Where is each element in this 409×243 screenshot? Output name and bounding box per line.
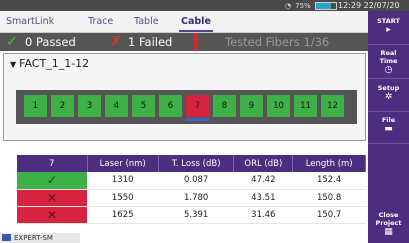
fiber-12[interactable]: 12 [321,95,344,117]
play-icon: ▸ [386,25,391,35]
header-tloss: T. Loss (dB) [158,155,235,172]
pass-check-icon: ✓ [17,172,87,190]
fiber-2[interactable]: 2 [51,95,74,117]
file-label: File [381,116,396,124]
tab-bar: SmartLink Trace Table Cable [0,11,368,33]
battery-icon [314,1,337,10]
header-fiber-number: 7 [17,155,88,172]
result-row[interactable]: ✕ 1625 5.391 31.46 150.7 [17,206,366,224]
realtime-label-1: Real [380,49,397,57]
expert-sm-icon [2,234,11,241]
header-laser: Laser (nm) [87,155,159,172]
fiber-4[interactable]: 4 [105,95,128,117]
length-value: 150.8 [292,189,366,207]
fiber-9[interactable]: 9 [240,95,263,117]
result-row[interactable]: ✓ 1310 0.087 47.42 152.4 [17,172,366,190]
header-length: Length (m) [292,155,366,172]
orl-value: 43.51 [233,189,293,207]
tloss-value: 0.087 [158,172,234,190]
right-sidebar: START ▸ Real Time ◷ Setup ✲ File ▬ Close… [368,11,409,243]
orl-value: 47.42 [233,172,293,190]
laser-value: 1550 [87,189,159,207]
fiber-1[interactable]: 1 [24,95,47,117]
tloss-value: 1.780 [158,189,234,207]
start-button[interactable]: START ▸ [368,17,409,45]
fail-x-icon: ✕ [17,189,87,207]
cable-name: FACT_1_1-12 [19,57,90,70]
battery-percent: 75% [295,1,311,10]
project-icon: ▦ [384,227,393,237]
fail-x-icon: ✗ [110,34,122,50]
result-row[interactable]: ✕ 1550 1.780 43.51 150.8 [17,189,366,207]
fiber-10[interactable]: 10 [267,95,290,117]
realtime-label-2: Time [379,57,398,65]
fiber-3[interactable]: 3 [78,95,101,117]
cable-panel: ▼ FACT_1_1-12 1 2 3 4 5 6 7 8 9 10 11 12 [3,53,366,141]
length-value: 150.7 [292,206,366,224]
setup-button[interactable]: Setup ✲ [368,84,409,112]
realtime-button[interactable]: Real Time ◷ [368,49,409,79]
header-orl: ORL (dB) [233,155,294,172]
cable-title[interactable]: ▼ FACT_1_1-12 [10,57,89,71]
fiber-8[interactable]: 8 [213,95,236,117]
tab-table[interactable]: Table [134,16,159,27]
fiber-11[interactable]: 11 [294,95,317,117]
pass-check-icon: ✓ [6,34,18,50]
status-bar: ◔ 75% 12:29 22/07/20 [0,0,409,11]
file-button[interactable]: File ▬ [368,116,409,144]
results-header-row: 7 Laser (nm) T. Loss (dB) ORL (dB) Lengt… [17,155,366,172]
laser-value: 1310 [87,172,159,190]
clock: 12:29 22/07/20 [338,1,400,10]
footer-text: EXPERT-SM [14,234,53,242]
tab-smartlink[interactable]: SmartLink [6,16,54,27]
expert-sm-label[interactable]: EXPERT-SM [0,233,80,243]
gear-icon: ✲ [384,92,393,102]
laser-value: 1625 [87,206,159,224]
orl-value: 31.46 [233,206,293,224]
tested-fibers: Tested Fibers 1/36 [225,35,330,49]
wifi-icon: ◔ [285,1,292,10]
length-value: 152.4 [292,172,366,190]
tab-cable[interactable]: Cable [179,16,213,32]
test-summary-bar: ✓ 0 Passed ✗ 1 Failed Tested Fibers 1/36 [0,33,368,51]
realtime-icon: ◷ [384,65,393,75]
fiber-7[interactable]: 7 [186,95,209,121]
close-label-1: Close [378,211,399,219]
results-table: 7 Laser (nm) T. Loss (dB) ORL (dB) Lengt… [17,155,366,224]
fiber-6[interactable]: 6 [159,95,182,117]
status-icons: ◔ 75% [285,0,337,11]
start-label: START [377,17,400,25]
fiber-strip: 1 2 3 4 5 6 7 8 9 10 11 12 [16,90,357,124]
close-label-2: Project [375,219,402,227]
passed-count: 0 Passed [25,35,76,49]
failed-count: 1 Failed [128,35,173,49]
collapse-triangle-icon[interactable]: ▼ [10,60,16,69]
tab-trace[interactable]: Trace [88,16,113,27]
folder-icon: ▬ [384,124,393,134]
setup-label: Setup [377,84,400,92]
fail-x-icon: ✕ [17,206,87,224]
close-project-button[interactable]: Close Project ▦ [368,211,409,241]
fail-indicator [194,33,198,51]
tloss-value: 5.391 [158,206,234,224]
fiber-5[interactable]: 5 [132,95,155,117]
